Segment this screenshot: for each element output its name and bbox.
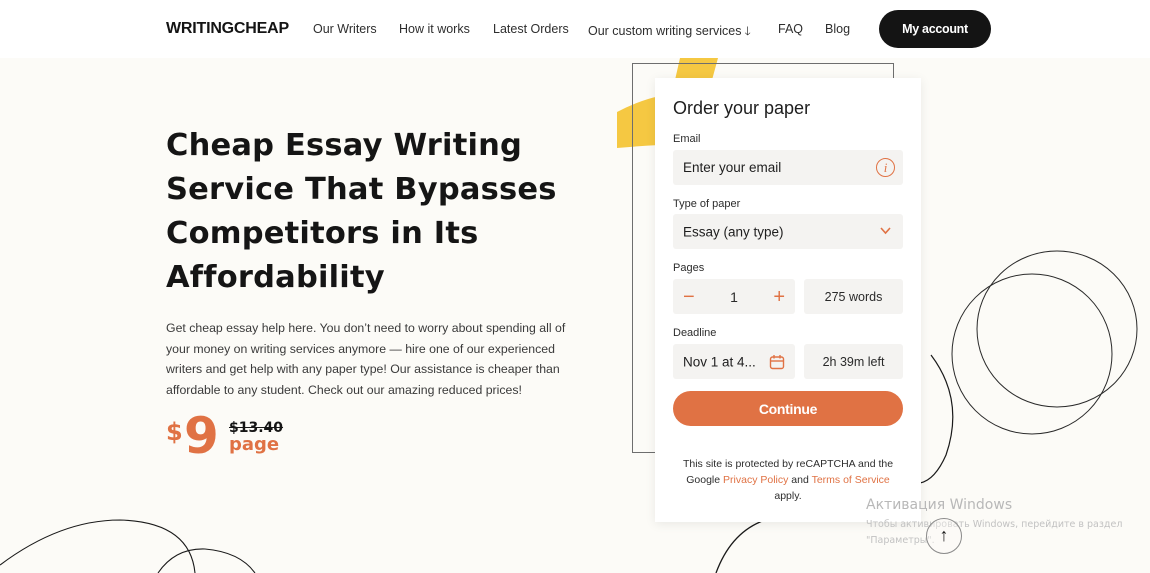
words-value: 275 words <box>824 289 883 304</box>
arrow-down-icon: 🡓 <box>744 24 751 38</box>
privacy-policy-link[interactable]: Privacy Policy <box>723 474 788 486</box>
nav-blog[interactable]: Blog <box>825 22 850 36</box>
info-icon[interactable]: i <box>876 158 895 177</box>
circle-decoration <box>951 273 1113 435</box>
continue-button[interactable]: Continue <box>673 391 903 426</box>
calendar-icon <box>769 355 785 370</box>
deadline-label: Deadline <box>673 327 717 339</box>
terms-of-service-link[interactable]: Terms of Service <box>812 474 890 486</box>
hero-description: Get cheap essay help here. You don’t nee… <box>166 321 566 398</box>
curve-decoration <box>157 548 256 573</box>
paper-type-value: Essay (any type) <box>683 224 784 239</box>
nav-our-writers[interactable]: Our Writers <box>313 22 377 36</box>
pages-label: Pages <box>673 262 705 274</box>
email-input[interactable] <box>673 150 903 185</box>
order-form-title: Order your paper <box>673 98 811 118</box>
hero-title: Cheap Essay Writing Service That Bypasse… <box>166 128 557 295</box>
deadline-picker[interactable]: Nov 1 at 4... <box>673 344 795 379</box>
plus-icon[interactable]: + <box>773 287 785 307</box>
nav-faq[interactable]: FAQ <box>778 22 803 36</box>
price-unit: page <box>229 434 280 455</box>
chevron-down-icon <box>880 227 891 235</box>
windows-activation-subtitle: Чтобы активировать Windows, перейдите в … <box>866 519 1123 546</box>
circle-decoration <box>976 250 1138 408</box>
windows-activation-title: Активация Windows <box>866 497 1013 513</box>
site-header: WRITINGCHEAP Our Writers How it works La… <box>0 0 1150 58</box>
recaptcha-and: and <box>791 474 809 486</box>
order-form-card: Order your paper Email i Type of paper E… <box>655 78 921 522</box>
time-left: 2h 39m left <box>804 344 903 379</box>
price-amount: 9 <box>184 407 219 465</box>
email-label: Email <box>673 133 701 145</box>
curve-decoration <box>0 519 196 573</box>
words-count: 275 words <box>804 279 903 314</box>
nav-custom-writing-services[interactable]: Our custom writing services 🡓 <box>588 22 751 43</box>
nav-latest-orders[interactable]: Latest Orders <box>493 22 569 36</box>
logo[interactable]: WRITINGCHEAP <box>166 20 289 38</box>
my-account-button[interactable]: My account <box>879 10 991 48</box>
scroll-to-top-button[interactable]: ↑ <box>926 518 962 554</box>
paper-type-select[interactable]: Essay (any type) <box>673 214 903 249</box>
deadline-value: Nov 1 at 4... <box>683 354 756 369</box>
nav-how-it-works[interactable]: How it works <box>399 22 470 36</box>
nav-label: Our custom writing services <box>588 24 742 38</box>
pages-stepper: − 1 + <box>673 279 795 314</box>
paper-type-label: Type of paper <box>673 198 741 210</box>
curve-decoration <box>919 354 954 484</box>
price-currency: $ <box>166 418 183 446</box>
arrow-up-icon: ↑ <box>939 525 949 545</box>
recaptcha-suffix: apply. <box>774 490 802 502</box>
time-left-value: 2h 39m left <box>822 354 885 369</box>
